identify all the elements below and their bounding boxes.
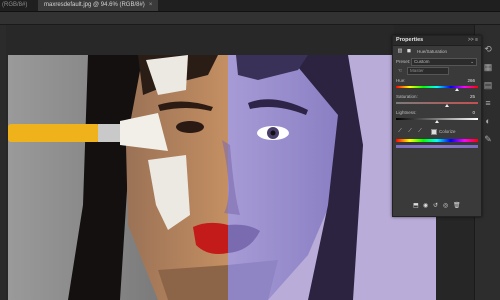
hue-slider[interactable]: [396, 86, 478, 91]
paths-icon[interactable]: ✎: [482, 133, 494, 145]
hue-slider-thumb[interactable]: [454, 88, 459, 91]
panel-title: Properties: [396, 37, 424, 43]
delete-icon[interactable]: 🗑: [453, 202, 461, 210]
close-tab-icon[interactable]: ×: [149, 2, 153, 8]
layers-icon[interactable]: ≡: [482, 97, 494, 109]
document-tab-bar: (RGB/8#) maxresdefault.jpg @ 94.6% (RGB/…: [0, 0, 500, 12]
tab-active-document[interactable]: maxresdefault.jpg @ 94.6% (RGB/8#) ×: [38, 0, 159, 11]
tab-previous-label: (RGB/8#): [2, 2, 28, 8]
visibility-icon[interactable]: ◎: [443, 202, 448, 210]
lightness-slider-thumb[interactable]: [435, 120, 439, 123]
adjustments-icon[interactable]: ◐: [482, 115, 494, 127]
brush-handle: [8, 124, 100, 142]
history-icon[interactable]: ⟲: [482, 43, 494, 55]
lightness-slider[interactable]: [396, 118, 478, 123]
chevron-down-icon: ⌄: [470, 59, 474, 64]
view-previous-icon[interactable]: ◉: [423, 202, 428, 210]
saturation-value[interactable]: 25: [455, 94, 475, 99]
input-hue-bar: [396, 139, 478, 142]
tab-previous-document[interactable]: (RGB/8#): [2, 0, 36, 11]
saturation-slider-thumb[interactable]: [445, 104, 450, 107]
saturation-label: Saturation:: [396, 94, 418, 99]
colorize-label: Colorize: [439, 129, 456, 134]
eyedropper-minus-icon[interactable]: ⟋: [417, 128, 423, 134]
clip-to-layer-icon[interactable]: ⬒: [413, 202, 419, 210]
panel-header[interactable]: Properties >> ≡: [393, 36, 481, 46]
options-bar: [0, 12, 500, 25]
target-adjust-icon[interactable]: ☜: [396, 68, 404, 74]
preset-value: Custom: [414, 59, 430, 64]
saturation-slider[interactable]: [396, 102, 478, 107]
reset-icon[interactable]: ↺: [433, 202, 438, 210]
swatches-icon[interactable]: ▤: [482, 79, 494, 91]
properties-panel: Properties >> ≡ ▥ ◼ Hue/Saturation Prese…: [392, 35, 482, 217]
hue-value[interactable]: 266: [455, 78, 475, 83]
mask-icon[interactable]: ◼: [405, 48, 413, 54]
output-hue-bar: [396, 145, 478, 148]
panel-menu-icon[interactable]: >> ≡: [468, 36, 478, 45]
eyedropper-icon[interactable]: ⟋: [397, 128, 403, 134]
colorize-checkbox[interactable]: [431, 129, 437, 135]
lightness-label: Lightness:: [396, 110, 417, 115]
tab-active-label: maxresdefault.jpg @ 94.6% (RGB/8#): [44, 2, 145, 8]
adjustment-layer-icon: ▥: [397, 48, 403, 54]
document-image[interactable]: [8, 55, 436, 300]
hue-label: Hue:: [396, 78, 406, 83]
eyedropper-plus-icon[interactable]: ⟋: [407, 128, 413, 134]
channel-value: Master: [410, 68, 424, 73]
channel-dropdown[interactable]: Master: [407, 67, 449, 75]
color-icon[interactable]: ▦: [482, 61, 494, 73]
preset-dropdown[interactable]: Custom ⌄: [411, 58, 477, 66]
preset-label: Preset:: [396, 59, 411, 64]
lightness-value[interactable]: 0: [455, 110, 475, 115]
adjustment-name: Hue/Saturation: [417, 49, 448, 54]
brush-ferrule: [98, 124, 120, 142]
